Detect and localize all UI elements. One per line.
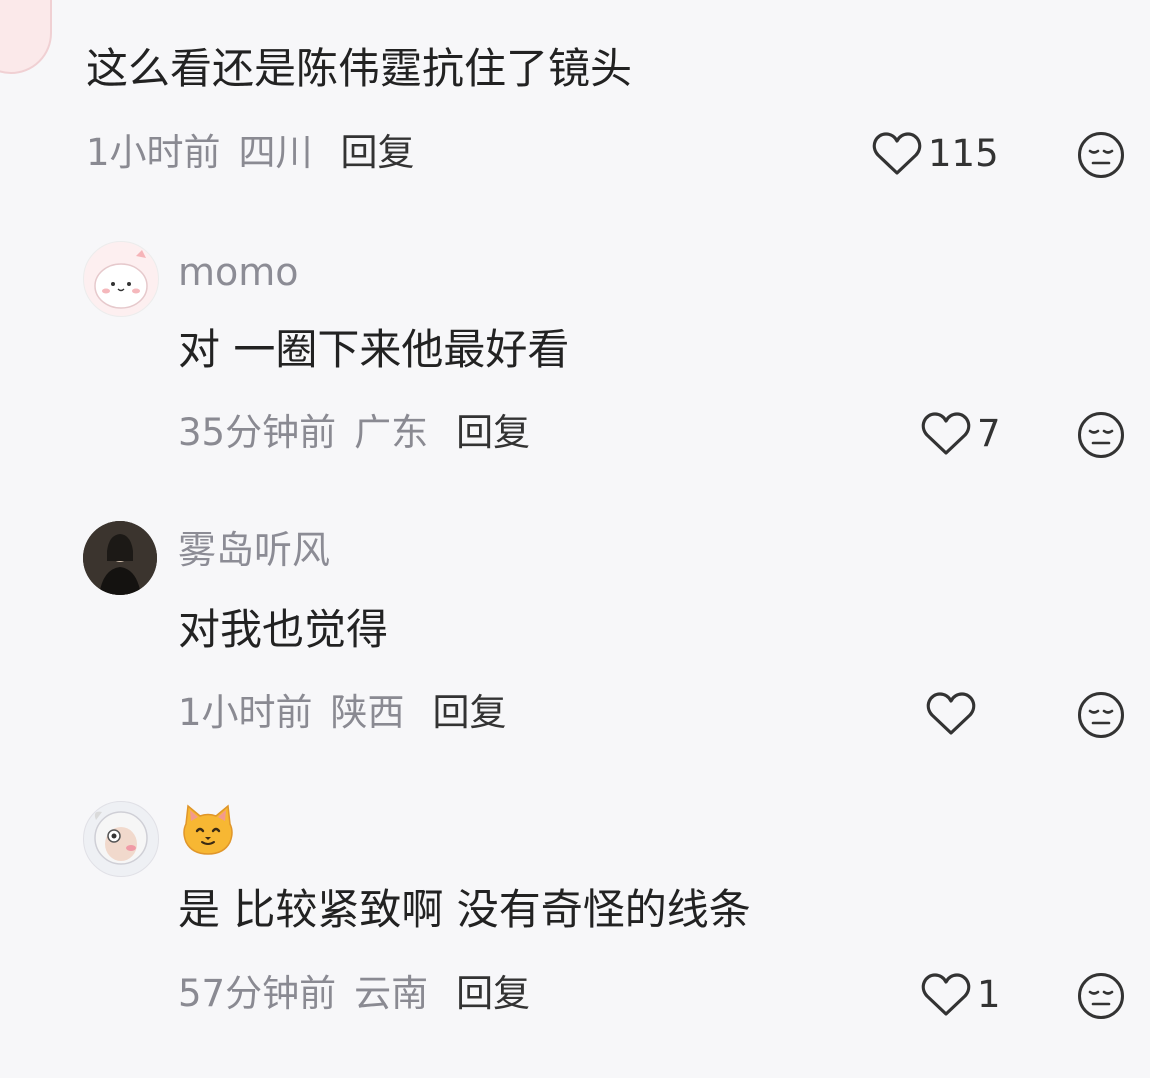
reply-button[interactable]: 回复 — [456, 972, 530, 1016]
neutral-face-icon — [1078, 692, 1124, 738]
heart-outline-icon — [921, 973, 971, 1016]
avatar[interactable] — [83, 241, 159, 317]
like-button[interactable]: 115 — [872, 129, 999, 179]
username[interactable]: 🐱 — [180, 802, 236, 858]
avatar-sheep-icon — [94, 811, 148, 865]
comment-meta: 1小时前 四川 回复 — [86, 131, 415, 175]
reply-meta: 35分钟前 广东 回复 — [178, 411, 530, 455]
like-count: 1 — [977, 973, 1001, 1016]
reply-time: 57分钟前 — [178, 972, 337, 1015]
heart-outline-icon — [926, 692, 976, 735]
reply-text: 对 一圈下来他最好看 — [178, 325, 570, 374]
reply-time: 35分钟前 — [178, 411, 337, 454]
reaction-button[interactable] — [1077, 691, 1125, 739]
reply-location: 广东 — [354, 411, 429, 454]
like-count: 7 — [977, 412, 1001, 455]
comment-text: 这么看还是陈伟霆抗住了镜头 — [86, 44, 633, 93]
comment-time: 1小时前 — [86, 131, 221, 174]
reply-text: 是 比较紧致啊 没有奇怪的线条 — [178, 885, 751, 934]
reaction-button[interactable] — [1077, 411, 1125, 459]
cat-face-icon — [183, 804, 233, 855]
comment-location: 四川 — [238, 131, 313, 174]
reply-location: 云南 — [354, 972, 429, 1015]
heart-outline-icon — [872, 132, 922, 175]
like-button[interactable]: 7 — [921, 409, 1001, 459]
reaction-button[interactable] — [1077, 131, 1125, 179]
heart-outline-icon — [921, 412, 971, 455]
like-button[interactable] — [926, 689, 982, 739]
username[interactable]: 雾岛听风 — [178, 527, 330, 573]
avatar-face-icon — [94, 250, 148, 309]
like-button[interactable]: 1 — [921, 970, 1001, 1020]
neutral-face-icon — [1078, 132, 1124, 178]
username[interactable]: momo — [178, 249, 299, 295]
reply-button[interactable]: 回复 — [456, 411, 530, 455]
like-count: 115 — [928, 132, 999, 175]
neutral-face-icon — [1078, 973, 1124, 1019]
reply-button[interactable]: 回复 — [341, 131, 415, 175]
avatar[interactable] — [0, 0, 52, 74]
avatar-portrait-icon — [83, 521, 157, 595]
reaction-button[interactable] — [1077, 972, 1125, 1020]
reply-location: 陕西 — [330, 691, 405, 734]
reply-meta: 1小时前 陕西 回复 — [178, 691, 507, 735]
avatar[interactable] — [83, 801, 159, 877]
avatar[interactable] — [83, 521, 157, 595]
reply-meta: 57分钟前 云南 回复 — [178, 972, 530, 1016]
reply-button[interactable]: 回复 — [433, 691, 507, 735]
neutral-face-icon — [1078, 412, 1124, 458]
reply-time: 1小时前 — [178, 691, 313, 734]
reply-text: 对我也觉得 — [178, 605, 389, 654]
